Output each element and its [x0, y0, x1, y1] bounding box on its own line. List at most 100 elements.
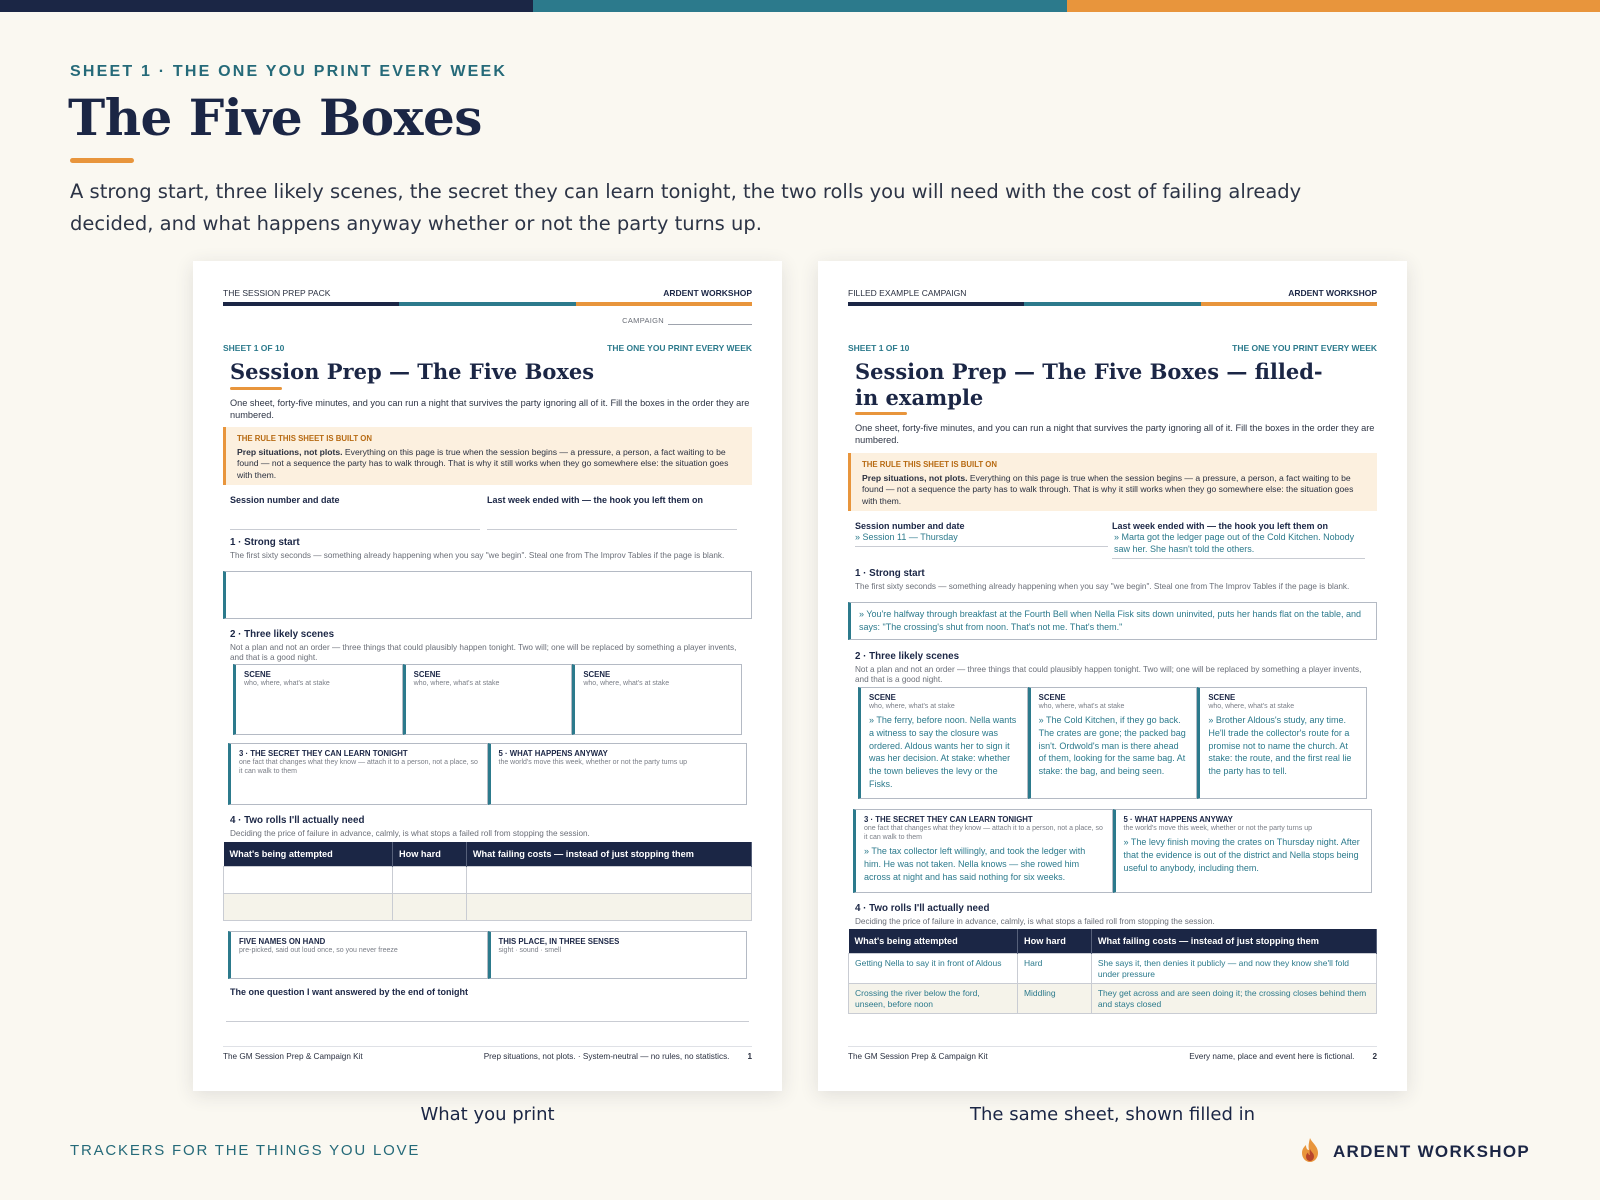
lastweek-field-value: » Marta got the ledger page out of the C…: [1112, 531, 1365, 559]
title-underline: [70, 158, 134, 163]
lastweek-field-label: Last week ended with — the hook you left…: [1112, 521, 1329, 531]
scene-label: SCENE: [583, 670, 611, 679]
page-number: 2: [1372, 1052, 1377, 1061]
scenes-title: 2 · Three likely scenes: [230, 629, 335, 640]
page-eyebrow: SHEET 1 · THE ONE YOU PRINT EVERY WEEK: [70, 63, 508, 80]
strong-start-box: » You're halfway through breakfast at th…: [848, 602, 1377, 640]
anyway-box: 5 · WHAT HAPPENS ANYWAY the world's move …: [1112, 809, 1372, 893]
scenes-row: SCENE who, where, what's at stake» The fe…: [858, 687, 1368, 799]
anyway-title: 5 · WHAT HAPPENS ANYWAY: [498, 749, 608, 758]
page-number: 1: [747, 1052, 752, 1061]
anyway-sub: the world's move this week, whether or n…: [1123, 825, 1312, 832]
page-description: A strong start, three likely scenes, the…: [70, 180, 1302, 235]
scenes-row: SCENE who, where, what's at stake SCENE wh…: [233, 664, 743, 735]
lastweek-field-line: [487, 529, 737, 530]
sheet-color-bar: [848, 302, 1377, 306]
rule-callout: THE RULE THIS SHEET IS BUILT ON Prep sit…: [223, 427, 752, 485]
top-color-bar: [0, 0, 1600, 12]
flame-icon: [1299, 1137, 1321, 1167]
strong-start-value: » You're halfway through breakfast at th…: [859, 609, 1362, 632]
col-hard-header: How hard: [1017, 929, 1092, 954]
scene-label: SCENE: [244, 670, 271, 679]
sheet-intro: One sheet, forty-five minutes, and you c…: [230, 398, 750, 420]
rule-heading: THE RULE THIS SHEET IS BUILT ON: [862, 460, 998, 469]
col-attempt-header: What's being attempted: [848, 929, 1018, 954]
scene-box: SCENE who, where, what's at stake » The fe…: [858, 687, 1028, 799]
question-line: [226, 1021, 749, 1022]
scenes-desc: Not a plan and not an order — three thin…: [855, 665, 1362, 684]
filled-sheet-preview: FILLED EXAMPLE CAMPAIGN ARDENT WORKSHOP …: [818, 261, 1407, 1091]
strong-start-desc: The first sixty seconds — something alre…: [855, 582, 1350, 591]
scene-label: SCENE: [869, 693, 896, 702]
session-field-label: Session number and date: [855, 521, 965, 531]
footer-note: Every name, place and event here is fict…: [1189, 1052, 1355, 1061]
sheet-header-left: THE SESSION PREP PACK: [223, 288, 331, 298]
sheet-tag: THE ONE YOU PRINT EVERY WEEK: [1232, 343, 1377, 353]
rolls-title: 4 · Two rolls I'll actually need: [230, 815, 365, 826]
session-field: Session number and date » Session 11 — T…: [855, 521, 1108, 547]
session-field-line: [230, 529, 480, 530]
color-bar-orange: [1066, 0, 1600, 12]
sheet-tag: THE ONE YOU PRINT EVERY WEEK: [607, 343, 752, 353]
campaign-field: CAMPAIGN: [622, 316, 752, 325]
footer-note: Prep situations, not plots. · System-neu…: [483, 1052, 730, 1061]
scene-label: SCENE: [1038, 693, 1066, 702]
lastweek-field-label: Last week ended with — the hook you left…: [487, 495, 704, 505]
rule-bold: Prep situations, not plots.: [237, 446, 343, 457]
sheet-title-underline: [855, 412, 907, 415]
senses-title: THIS PLACE, IN THREE SENSES: [498, 937, 620, 946]
left-caption: What you print: [420, 1104, 555, 1125]
sheet-title: Session Prep — The Five Boxes — filled-i…: [855, 359, 1323, 410]
sheet-footer-left: The GM Session Prep & Campaign Kit: [223, 1052, 363, 1061]
sheet-number: SHEET 1 OF 10: [848, 343, 910, 353]
secret-sub: one fact that changes what they know — a…: [239, 759, 478, 775]
sheet-title: Session Prep — The Five Boxes: [230, 359, 595, 384]
rolls-title: 4 · Two rolls I'll actually need: [855, 903, 990, 914]
col-cost-header: What failing costs — instead of just sto…: [466, 842, 753, 867]
footer-divider: [223, 1046, 752, 1047]
scene-sub: who, where, what's at stake: [413, 680, 500, 687]
strong-start-title: 1 · Strong start: [230, 537, 300, 548]
scene-sub: who, where, what's at stake: [244, 680, 330, 687]
sheet-header-left: FILLED EXAMPLE CAMPAIGN: [848, 288, 967, 298]
rule-body: Prep situations, not plots. Everything o…: [862, 473, 1367, 508]
scene-label: SCENE: [1208, 693, 1236, 702]
footer-brand: ARDENT WORKSHOP: [1299, 1137, 1530, 1167]
anyway-sub: the world's move this week, whether or n…: [498, 759, 687, 766]
sheet-footer-right: Prep situations, not plots. · System-neu…: [484, 1052, 752, 1061]
color-bar-navy: [0, 0, 534, 12]
names-title: FIVE NAMES ON HAND: [239, 937, 326, 946]
table-row: [223, 866, 753, 894]
table-header-row: What's being attempted How hard What fai…: [848, 929, 1378, 954]
secret-title: 3 · THE SECRET THEY CAN LEARN TONIGHT: [239, 749, 408, 758]
table-header-row: What's being attempted How hard What fai…: [223, 842, 753, 867]
rule-heading: THE RULE THIS SHEET IS BUILT ON: [237, 434, 373, 443]
scene-value: » The Cold Kitchen, if they go back. The…: [1038, 715, 1186, 777]
scene-box: SCENE who, where, what's at stake: [402, 664, 573, 735]
sheet-footer-left: The GM Session Prep & Campaign Kit: [848, 1052, 988, 1061]
secret-box: 3 · THE SECRET THEY CAN LEARN TONIGHT one…: [853, 809, 1113, 893]
anyway-title: 5 · WHAT HAPPENS ANYWAY: [1123, 815, 1233, 824]
rolls-table: What's being attempted How hard What fai…: [223, 842, 753, 921]
secret-sub: one fact that changes what they know — a…: [864, 825, 1103, 841]
secret-anyway-row: 3 · THE SECRET THEY CAN LEARN TONIGHT one…: [228, 743, 747, 805]
col-cost-header: What failing costs — instead of just sto…: [1091, 929, 1378, 954]
color-bar-teal: [533, 0, 1067, 12]
scene-value: » The ferry, before noon. Nella wants a …: [869, 715, 1017, 789]
secret-box: 3 · THE SECRET THEY CAN LEARN TONIGHT one…: [228, 743, 488, 805]
rule-body: Prep situations, not plots. Everything o…: [237, 447, 742, 482]
roll-cost: They get across and are seen doing it; t…: [1090, 983, 1378, 1014]
table-row: Crossing the river below the ford, unsee…: [848, 983, 1378, 1014]
roll-cost: She says it, then denies it publicly — a…: [1090, 953, 1378, 984]
campaign-label: CAMPAIGN: [622, 316, 664, 325]
scene-box: SCENE who, where, what's at stake » The Co…: [1027, 687, 1198, 799]
roll-attempt: Getting Nella to say it in front of Aldo…: [848, 953, 1018, 984]
scenes-desc: Not a plan and not an order — three thin…: [230, 643, 737, 662]
scenes-title: 2 · Three likely scenes: [855, 651, 960, 662]
scene-sub: who, where, what's at stake: [1038, 703, 1125, 710]
scene-sub: who, where, what's at stake: [1208, 703, 1295, 710]
strong-start-desc: The first sixty seconds — something alre…: [230, 551, 725, 560]
lastweek-field: Last week ended with — the hook you left…: [1112, 521, 1365, 559]
scene-sub: who, where, what's at stake: [869, 703, 955, 710]
col-hard-header: How hard: [392, 842, 467, 867]
